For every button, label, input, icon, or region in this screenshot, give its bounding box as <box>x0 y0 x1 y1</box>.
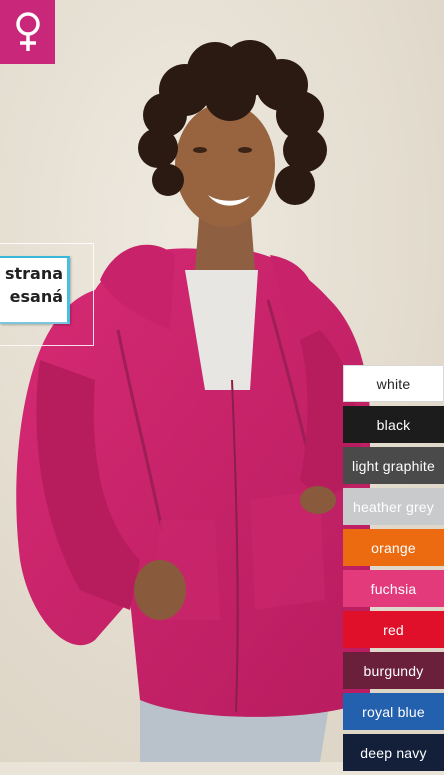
color-swatch-heather-grey[interactable]: heather grey <box>343 488 444 525</box>
feature-label-line2: esaná <box>9 287 63 306</box>
color-swatch-list: white black light graphite heather grey … <box>343 365 444 775</box>
color-swatch-burgundy[interactable]: burgundy <box>343 652 444 689</box>
color-swatch-light-graphite[interactable]: light graphite <box>343 447 444 484</box>
color-swatch-red[interactable]: red <box>343 611 444 648</box>
color-swatch-white[interactable]: white <box>343 365 444 402</box>
feature-label-line1: strana <box>4 264 63 283</box>
female-icon <box>0 0 55 64</box>
color-swatch-royal-blue[interactable]: royal blue <box>343 693 444 730</box>
color-swatch-deep-navy[interactable]: deep navy <box>343 734 444 771</box>
color-swatch-black[interactable]: black <box>343 406 444 443</box>
color-swatch-orange[interactable]: orange <box>343 529 444 566</box>
feature-label: strana esaná <box>0 256 70 324</box>
color-swatch-fuchsia[interactable]: fuchsia <box>343 570 444 607</box>
